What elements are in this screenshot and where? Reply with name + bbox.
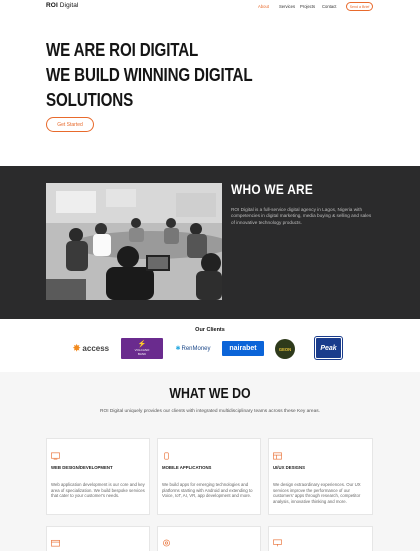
service-card-5[interactable]: [157, 526, 261, 551]
hero-line-3: SOLUTIONS: [46, 89, 134, 110]
client-logo-peak: Peak: [314, 336, 343, 360]
renmoney-mark-icon: ✱: [175, 346, 181, 352]
service-card-mobile[interactable]: MOBILE APPLICATIONS We build apps for em…: [157, 438, 261, 515]
logo-rest: Digital: [57, 2, 79, 9]
service-card-title: WEB DESIGN/DEVELOPMENT: [51, 465, 113, 470]
client-logo-nairabet: nairabet: [222, 341, 264, 356]
client-logo-geon: GEON: [275, 339, 295, 359]
clients-title: Our Clients: [195, 327, 225, 333]
phone-icon: [164, 452, 169, 460]
client-logo-renmoney: ✱ RenMoney: [171, 338, 215, 359]
site-logo[interactable]: ROI Digital: [46, 2, 79, 9]
who-we-are-description: ROI Digital is a full-service digital ag…: [231, 207, 372, 225]
team-meeting-photo: [46, 183, 222, 300]
client-logo-volcano: ⚡ VOLCANO BANK: [121, 338, 163, 359]
what-we-do-subtitle: ROI Digital uniquely provides our client…: [100, 409, 320, 414]
what-we-do-title: WHAT WE DO: [169, 386, 251, 402]
service-card-title: UI/UX DESIGNS: [273, 465, 305, 470]
peak-logo-text: Peak: [320, 344, 337, 352]
team-photo-illustration: [46, 183, 222, 300]
send-brief-button[interactable]: Send a Brief: [346, 2, 373, 11]
who-we-are-section: WHO WE ARE ROI Digital is a full-service…: [0, 166, 420, 319]
service-card-uiux[interactable]: UI/UX DESIGNS We design extraordinary ex…: [268, 438, 373, 515]
nairabet-logo-text: nairabet: [229, 345, 257, 352]
geon-logo-text: GEON: [278, 346, 292, 352]
presentation-icon: [273, 539, 282, 547]
service-card-text: We design extraordinary experiences. Our…: [273, 482, 361, 504]
nav-link-services[interactable]: Services: [279, 4, 295, 9]
what-we-do-section: WHAT WE DO ROI Digital uniquely provides…: [0, 372, 420, 551]
get-started-button[interactable]: Get Started: [46, 117, 94, 132]
access-logo-text: access: [82, 344, 110, 353]
access-mark-icon: ✸: [72, 343, 81, 353]
service-card-title: MOBILE APPLICATIONS: [162, 465, 212, 470]
hero-heading: WE ARE ROI DIGITAL WE BUILD WINNING DIGI…: [46, 37, 292, 112]
service-card-text: Web application development is our core …: [51, 482, 145, 499]
nav-link-projects[interactable]: Projects: [300, 4, 315, 9]
nav-link-contact[interactable]: Contact: [322, 4, 336, 9]
renmoney-logo-text: RenMoney: [181, 345, 211, 352]
monitor-icon: [51, 452, 60, 460]
who-we-are-title: WHO WE ARE: [231, 181, 314, 197]
service-card-4[interactable]: [46, 526, 150, 551]
hero-line-2: WE BUILD WINNING DIGITAL: [46, 64, 253, 85]
volcano-logo-subtext: BANK: [137, 352, 147, 356]
client-logo-access: ✸ access: [69, 338, 113, 359]
service-card-6[interactable]: [268, 526, 373, 551]
service-card-text: We build apps for emerging technologies …: [162, 482, 253, 499]
hero-line-1: WE ARE ROI DIGITAL: [46, 39, 199, 60]
nav-link-about[interactable]: About: [258, 4, 269, 9]
target-icon: [163, 539, 170, 547]
calendar-icon: [51, 539, 60, 547]
logo-brand: ROI: [46, 2, 58, 9]
top-navbar: ROI Digital About Services Projects Cont…: [0, 0, 420, 14]
design-layout-icon: [273, 452, 282, 460]
service-card-web[interactable]: WEB DESIGN/DEVELOPMENT Web application d…: [46, 438, 150, 515]
lightning-icon: ⚡: [137, 341, 147, 348]
